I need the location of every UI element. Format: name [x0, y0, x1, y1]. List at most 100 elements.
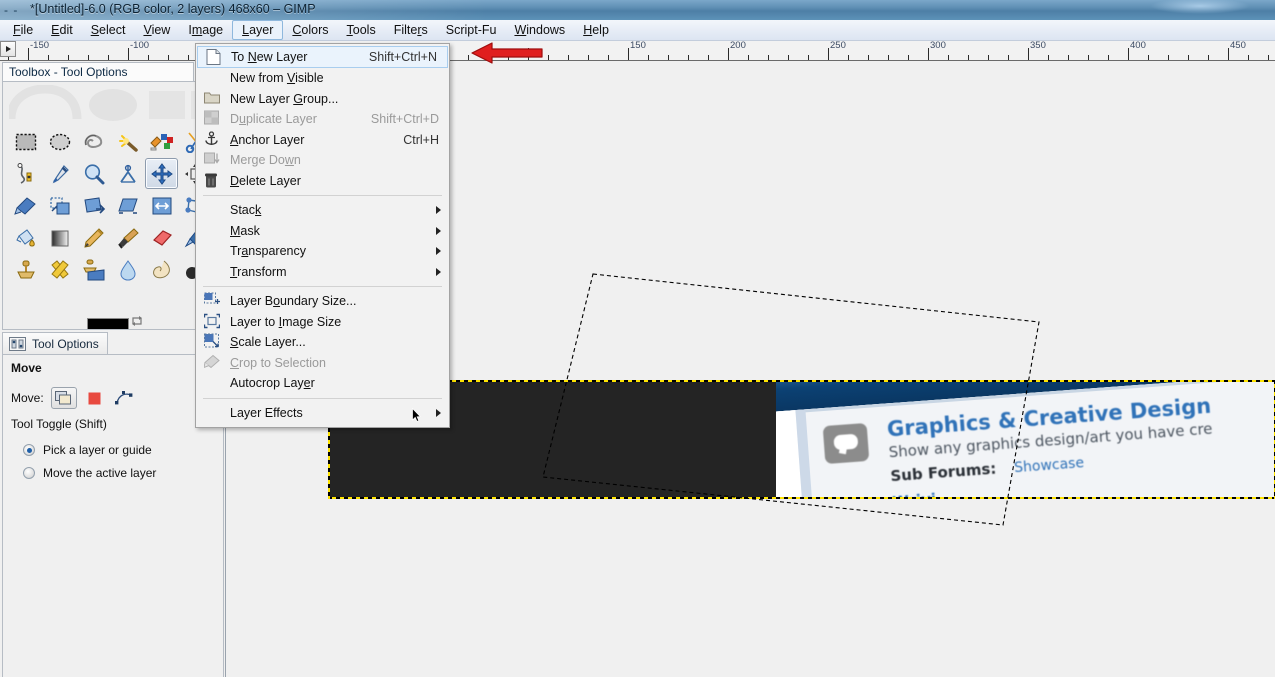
- crop-tool[interactable]: [9, 190, 42, 221]
- swap-colors-icon[interactable]: [131, 315, 143, 327]
- tool-grid[interactable]: [9, 126, 221, 285]
- move-path-mode-button[interactable]: [113, 387, 135, 409]
- menuitem-scale-layer[interactable]: Scale Layer...: [196, 332, 449, 353]
- blur-sharpen-tool[interactable]: [111, 254, 144, 285]
- rect-select-tool[interactable]: [9, 126, 42, 157]
- menuitem-anchor-layer-label: Anchor Layer: [230, 132, 305, 147]
- radio-move-active-layer[interactable]: Move the active layer: [23, 466, 156, 480]
- menuitem-scale-layer-label: Scale Layer...: [230, 335, 306, 350]
- ruler-tick: [168, 55, 169, 60]
- paintbrush-tool[interactable]: [111, 222, 144, 253]
- menu-separator-3: [203, 397, 442, 399]
- ruler-tick: [1008, 55, 1009, 60]
- eraser-tool[interactable]: [145, 222, 178, 253]
- image-layer[interactable]: Graphics & Creative Design Show any grap…: [776, 380, 1275, 499]
- crop-icon: [203, 354, 222, 371]
- menu-bar[interactable]: File Edit Select View Image Layer Colors…: [0, 20, 1275, 41]
- ruler-tick: [748, 55, 749, 60]
- menuitem-to-new-layer-accel: Shift+Ctrl+N: [368, 50, 437, 64]
- color-swatch-area[interactable]: [87, 315, 167, 329]
- menuitem-layer-to-image-size-label: Layer to Image Size: [230, 314, 342, 329]
- menu-edit[interactable]: Edit: [42, 21, 82, 40]
- move-tool[interactable]: [145, 158, 178, 189]
- blend-gradient-tool[interactable]: [43, 222, 76, 253]
- ellipse-select-tool[interactable]: [43, 126, 76, 157]
- bucket-fill-tool[interactable]: [9, 222, 42, 253]
- dock-title: Toolbox - Tool Options: [2, 62, 194, 81]
- select-by-color-tool[interactable]: [145, 126, 178, 157]
- menu-script-fu[interactable]: Script-Fu: [437, 21, 506, 40]
- menuitem-autocrop-layer[interactable]: Autocrop Layer: [196, 373, 449, 394]
- menu-view[interactable]: View: [134, 21, 179, 40]
- radio-pick-label: Pick a layer or guide: [43, 443, 152, 457]
- menuitem-delete-layer[interactable]: Delete Layer: [196, 171, 449, 192]
- folder-icon: [204, 90, 222, 107]
- layer-menu-popup[interactable]: To New Layer Shift+Ctrl+N New from Visib…: [195, 43, 450, 428]
- radio-indicator-move[interactable]: [23, 467, 35, 479]
- layer-to-image-icon: [203, 313, 222, 330]
- ruler-tick: [148, 55, 149, 60]
- layer-boundary-icon: [204, 292, 222, 310]
- menuitem-layer-to-image-size[interactable]: Layer to Image Size: [196, 312, 449, 333]
- menu-help[interactable]: Help: [574, 21, 618, 40]
- menu-separator-1: [203, 195, 442, 196]
- fuzzy-select-tool[interactable]: [111, 126, 144, 157]
- menu-file[interactable]: File: [4, 21, 42, 40]
- move-selection-mode-button[interactable]: [84, 387, 106, 409]
- menuitem-new-from-visible[interactable]: New from Visible: [196, 68, 449, 89]
- ruler-tick: [1188, 55, 1189, 60]
- menu-colors[interactable]: Colors: [283, 21, 337, 40]
- color-picker-tool[interactable]: [43, 158, 76, 189]
- pencil-tool[interactable]: [77, 222, 110, 253]
- menuitem-stack[interactable]: Stack: [196, 200, 449, 221]
- foreground-color-swatch[interactable]: [87, 318, 129, 329]
- ruler-tick: [508, 55, 509, 60]
- move-layer-mode-button[interactable]: [50, 387, 77, 409]
- menuitem-mask[interactable]: Mask: [196, 221, 449, 242]
- smudge-tool[interactable]: [145, 254, 178, 285]
- clone-tool[interactable]: [9, 254, 42, 285]
- menuitem-to-new-layer[interactable]: To New Layer Shift+Ctrl+N: [197, 46, 448, 68]
- ruler-tick: [68, 55, 69, 60]
- ruler-label: 250: [830, 41, 846, 51]
- menu-tools[interactable]: Tools: [338, 21, 385, 40]
- menuitem-layer-boundary-size[interactable]: Layer Boundary Size...: [196, 291, 449, 312]
- perspective-clone-tool[interactable]: [77, 254, 110, 285]
- ruler-tick: [1228, 48, 1229, 60]
- tool-options-tabbar[interactable]: Tool Options: [2, 332, 224, 354]
- radio-pick-layer-or-guide[interactable]: Pick a layer or guide: [23, 443, 152, 457]
- menuitem-transform[interactable]: Transform: [196, 262, 449, 283]
- menuitem-duplicate-layer-label: Duplicate Layer: [230, 112, 317, 127]
- paths-tool[interactable]: [9, 158, 42, 189]
- ruler-tick: [608, 55, 609, 60]
- menuitem-layer-boundary-size-label: Layer Boundary Size...: [230, 294, 357, 309]
- heal-tool[interactable]: [43, 254, 76, 285]
- radio-indicator-pick[interactable]: [23, 444, 35, 456]
- shear-tool[interactable]: [111, 190, 144, 221]
- ruler-menu-button[interactable]: [0, 41, 16, 57]
- menuitem-mask-label: Mask: [230, 223, 260, 238]
- move-layer-icon: [55, 391, 72, 405]
- rotate-tool[interactable]: [43, 190, 76, 221]
- scale-layer-icon: [204, 333, 222, 351]
- menuitem-transparency[interactable]: Transparency: [196, 241, 449, 262]
- ruler-tick: [808, 55, 809, 60]
- menu-image[interactable]: Image: [179, 21, 232, 40]
- scale-tool[interactable]: [77, 190, 110, 221]
- move-mode-row: Move:: [11, 387, 135, 409]
- free-select-tool[interactable]: [77, 126, 110, 157]
- chevron-right-icon: [436, 206, 441, 215]
- tab-tool-options[interactable]: Tool Options: [2, 332, 108, 354]
- menuitem-new-layer-group[interactable]: New Layer Group...: [196, 89, 449, 110]
- menu-windows[interactable]: Windows: [505, 21, 574, 40]
- menu-select[interactable]: Select: [82, 21, 135, 40]
- perspective-tool[interactable]: [145, 190, 178, 221]
- menu-filters[interactable]: Filters: [385, 21, 437, 40]
- menuitem-anchor-layer[interactable]: Anchor Layer Ctrl+H: [196, 130, 449, 151]
- measure-tool[interactable]: [111, 158, 144, 189]
- ruler-label: 400: [1130, 41, 1146, 51]
- zoom-tool[interactable]: [77, 158, 110, 189]
- menuitem-crop-to-selection: Crop to Selection: [196, 353, 449, 374]
- trash-icon: [204, 172, 222, 189]
- menu-layer[interactable]: Layer: [232, 20, 284, 40]
